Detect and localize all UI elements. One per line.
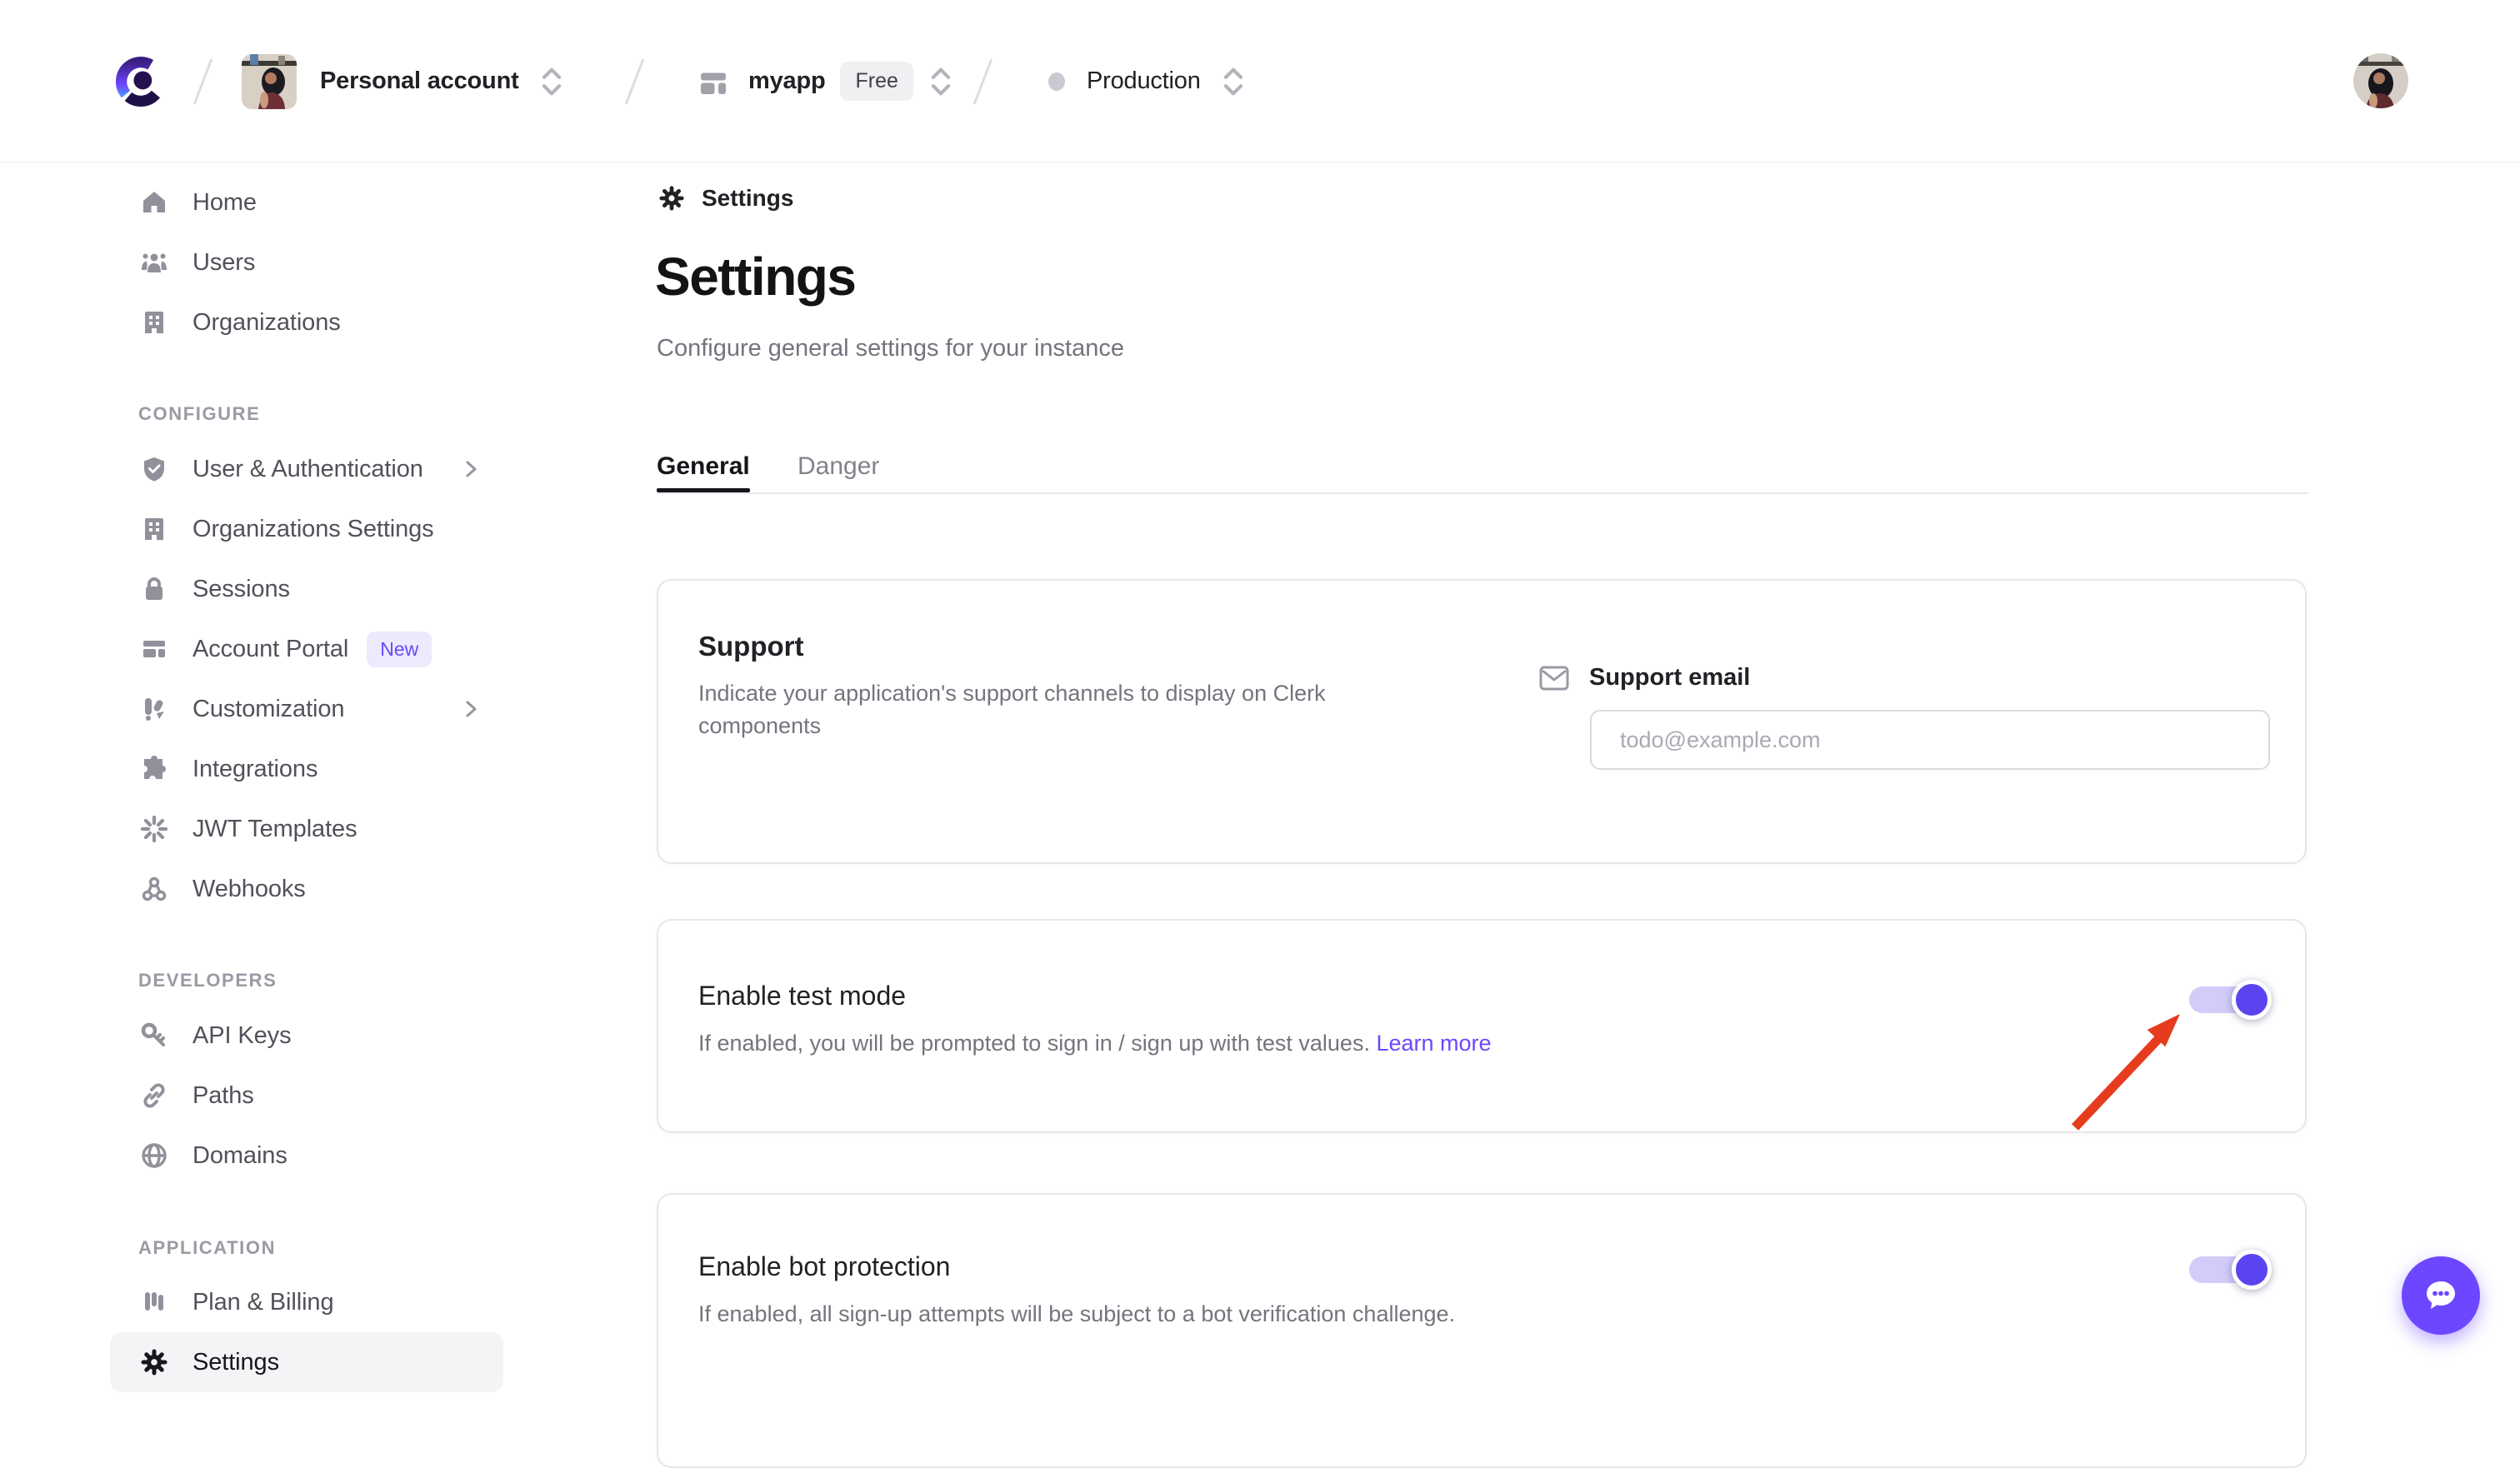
home-icon [140,188,168,217]
sidebar-item-settings[interactable]: Settings [110,1332,503,1392]
billing-bars-icon [140,1288,168,1316]
sidebar-section-application: APPLICATION [138,1236,657,1260]
sidebar-item-jwt-templates[interactable]: JWT Templates [110,799,503,859]
account-portal-icon [140,635,168,663]
test-mode-title: Enable test mode [698,981,906,1011]
environment-switcher[interactable]: Production [1048,0,1244,162]
sidebar-item-paths[interactable]: Paths [110,1066,503,1126]
customization-icon [140,695,168,723]
sidebar-item-user-authentication[interactable]: User & Authentication [110,439,503,499]
chat-fab-button[interactable] [2402,1256,2480,1335]
bot-protection-card: Enable bot protection If enabled, all si… [657,1193,2307,1468]
mail-icon [1539,666,1569,691]
app-switcher[interactable]: myapp Free [698,0,952,162]
building-icon [140,308,168,337]
top-header: Personal account myapp Free [0,0,2520,162]
test-mode-toggle[interactable] [2189,986,2261,1013]
support-card: Support Indicate your application's supp… [657,579,2307,864]
account-switcher[interactable]: Personal account [242,0,562,162]
chevron-updown-icon [930,65,952,98]
sidebar-section-configure: CONFIGURE [138,402,657,426]
sidebar-item-domains[interactable]: Domains [110,1126,503,1186]
breadcrumb-separator [193,58,213,104]
gear-icon [140,1348,168,1376]
application-icon [698,61,728,102]
sidebar-item-users[interactable]: Users [110,232,503,292]
page-title: Settings [655,246,855,307]
bot-protection-description: If enabled, all sign-up attempts will be… [698,1298,1455,1331]
webhook-icon [140,875,168,903]
sidebar-item-organizations-settings[interactable]: Organizations Settings [110,499,503,559]
sidebar-item-api-keys[interactable]: API Keys [110,1006,503,1066]
test-mode-card: Enable test mode If enabled, you will be… [657,919,2307,1133]
user-menu-avatar[interactable] [2353,53,2408,108]
sidebar-item-organizations[interactable]: Organizations [110,292,503,352]
test-mode-description: If enabled, you will be prompted to sign… [698,1027,1492,1060]
sidebar-item-webhooks[interactable]: Webhooks [110,859,503,919]
globe-icon [140,1141,168,1170]
tab-general[interactable]: General [657,452,750,481]
sidebar-item-sessions[interactable]: Sessions [110,559,503,619]
account-avatar [242,54,297,109]
chat-bubble-icon [2421,1276,2461,1316]
puzzle-icon [140,755,168,783]
building-icon [140,515,168,543]
breadcrumb-separator [973,58,993,104]
new-badge: New [367,632,432,667]
jwt-burst-icon [140,815,168,843]
page-subtitle: Configure general settings for your inst… [657,335,1124,362]
lock-icon [140,575,168,603]
gear-icon [658,185,685,212]
support-card-description: Indicate your application's support chan… [698,677,1402,742]
chevron-right-icon [462,700,480,718]
link-icon [140,1081,168,1110]
support-email-label: Support email [1589,664,1750,692]
tab-danger[interactable]: Danger [798,452,879,481]
toggle-knob [2232,1250,2272,1290]
sidebar-section-developers: DEVELOPERS [138,969,657,992]
learn-more-link[interactable]: Learn more [1376,1031,1491,1056]
breadcrumb-separator [625,58,645,104]
app-name: myapp [748,67,825,95]
sidebar-item-plan-billing[interactable]: Plan & Billing [110,1272,503,1332]
environment-label: Production [1087,67,1201,95]
chevron-updown-icon [1222,65,1244,98]
clerk-logo[interactable] [108,47,173,117]
sidebar-item-integrations[interactable]: Integrations [110,739,503,799]
support-email-input[interactable] [1590,710,2270,770]
bot-protection-title: Enable bot protection [698,1251,950,1282]
chevron-right-icon [462,460,480,478]
page-breadcrumb: Settings [658,185,793,212]
account-label: Personal account [320,67,519,95]
users-icon [140,248,168,277]
sidebar-item-customization[interactable]: Customization [110,679,503,739]
shield-check-icon [140,455,168,483]
key-icon [140,1021,168,1050]
bot-protection-toggle[interactable] [2189,1256,2261,1283]
plan-badge: Free [840,62,912,101]
environment-dot-icon [1048,72,1065,91]
chevron-updown-icon [541,65,562,98]
support-card-title: Support [698,631,803,662]
sidebar: Home Users Organizations CONFIGURE [0,162,657,1375]
sidebar-item-account-portal[interactable]: Account Portal New [110,619,503,679]
sidebar-item-home[interactable]: Home [110,172,503,232]
toggle-knob [2232,980,2272,1020]
tab-bar: General Danger [657,452,2308,494]
